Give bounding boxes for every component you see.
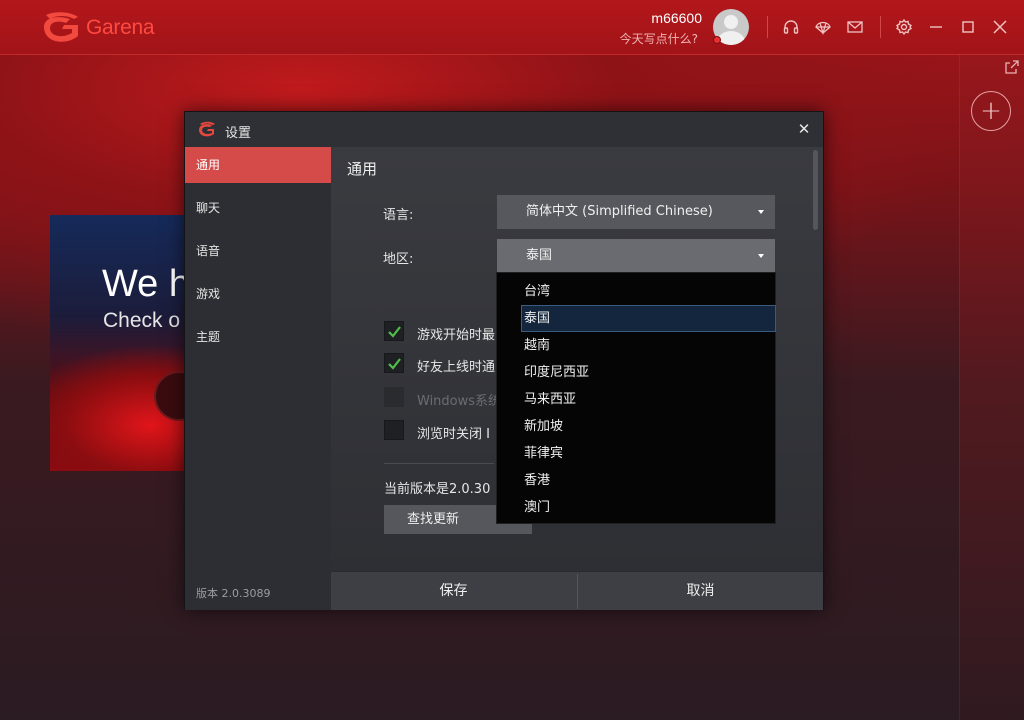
dialog-footer: 保存 取消: [331, 571, 823, 610]
dropdown-option[interactable]: 香港: [497, 467, 775, 494]
checkbox-game-start[interactable]: [384, 321, 404, 341]
divider: [767, 16, 768, 38]
chevron-down-icon: [758, 254, 764, 258]
dropdown-option[interactable]: 越南: [497, 332, 775, 359]
nav-item-chat[interactable]: 聊天: [185, 190, 331, 226]
brand-name: Garena: [86, 16, 155, 39]
dropdown-option[interactable]: 新加坡: [497, 413, 775, 440]
pencil-icon[interactable]: [154, 371, 185, 421]
check-update-label: 查找更新: [406, 512, 459, 527]
dropdown-option[interactable]: 菲律宾: [497, 440, 775, 467]
region-dropdown-list: 台湾 泰国 越南 印度尼西亚 马来西亚 新加坡 菲律宾 香港 澳门: [496, 272, 776, 524]
dropdown-option[interactable]: 马来西亚: [497, 386, 775, 413]
divider: [880, 16, 881, 38]
banner-subtitle: Check o: [103, 309, 181, 332]
checkbox-label: 好友上线时通: [417, 360, 496, 375]
user-name[interactable]: m66600: [651, 10, 702, 26]
minimize-icon[interactable]: [926, 17, 946, 37]
headset-icon[interactable]: [781, 17, 801, 37]
checkbox-label: 浏览时关闭 I: [417, 427, 490, 442]
shop-icon[interactable]: [813, 17, 833, 37]
checkbox-browse-close[interactable]: [384, 420, 404, 440]
garena-logo-icon: [199, 121, 215, 137]
garena-logo-icon: [44, 12, 78, 42]
close-icon[interactable]: [990, 17, 1010, 37]
nav-item-games[interactable]: 游戏: [185, 276, 331, 312]
dialog-close-icon[interactable]: ✕: [795, 120, 813, 138]
checkbox-friend-online[interactable]: [384, 353, 404, 373]
presence-status-icon: [713, 36, 721, 44]
promo-banner[interactable]: We h Check o: [50, 215, 185, 471]
language-label: 语言:: [383, 208, 414, 223]
user-status-message[interactable]: 今天写点什么?: [620, 30, 698, 47]
add-button[interactable]: +: [971, 91, 1011, 131]
dropdown-option[interactable]: 澳门: [497, 494, 775, 521]
title-bar: Garena m66600 今天写点什么?: [0, 0, 1024, 55]
nav-item-voice[interactable]: 语音: [185, 233, 331, 269]
scrollbar[interactable]: [813, 150, 818, 230]
language-select[interactable]: 简体中文 (Simplified Chinese): [497, 195, 775, 229]
banner-title: We h: [102, 263, 185, 305]
region-select[interactable]: 泰国: [497, 239, 775, 273]
cancel-button[interactable]: 取消: [578, 572, 823, 611]
gear-icon[interactable]: [894, 17, 914, 37]
section-title: 通用: [347, 160, 378, 178]
dialog-title-bar: 设置 ✕: [185, 112, 823, 147]
nav-item-theme[interactable]: 主题: [185, 319, 331, 355]
mail-icon[interactable]: [845, 17, 865, 37]
region-select-value: 泰国: [526, 248, 553, 263]
dropdown-option[interactable]: 台湾: [497, 278, 775, 305]
dropdown-option[interactable]: 印度尼西亚: [497, 359, 775, 386]
dialog-title: 设置: [225, 126, 252, 141]
popout-icon[interactable]: [1004, 59, 1020, 75]
settings-nav: 通用 聊天 语音 游戏 主题 版本 2.0.3089: [185, 147, 331, 610]
checkbox-label: 游戏开始时最: [417, 328, 496, 343]
language-select-value: 简体中文 (Simplified Chinese): [526, 204, 713, 219]
dropdown-option-selected[interactable]: 泰国: [521, 305, 776, 332]
nav-item-general[interactable]: 通用: [185, 147, 331, 183]
checkbox-label: Windows系统: [417, 394, 497, 409]
region-label: 地区:: [383, 252, 414, 267]
maximize-icon[interactable]: [958, 17, 978, 37]
save-button[interactable]: 保存: [331, 572, 576, 611]
version-label: 版本 2.0.3089: [196, 587, 271, 600]
divider: [384, 463, 494, 464]
current-version-text: 当前版本是2.0.30: [384, 482, 491, 497]
checkbox-windows: [384, 387, 404, 407]
right-sidebar: [959, 55, 1024, 720]
chevron-down-icon: [758, 210, 764, 214]
